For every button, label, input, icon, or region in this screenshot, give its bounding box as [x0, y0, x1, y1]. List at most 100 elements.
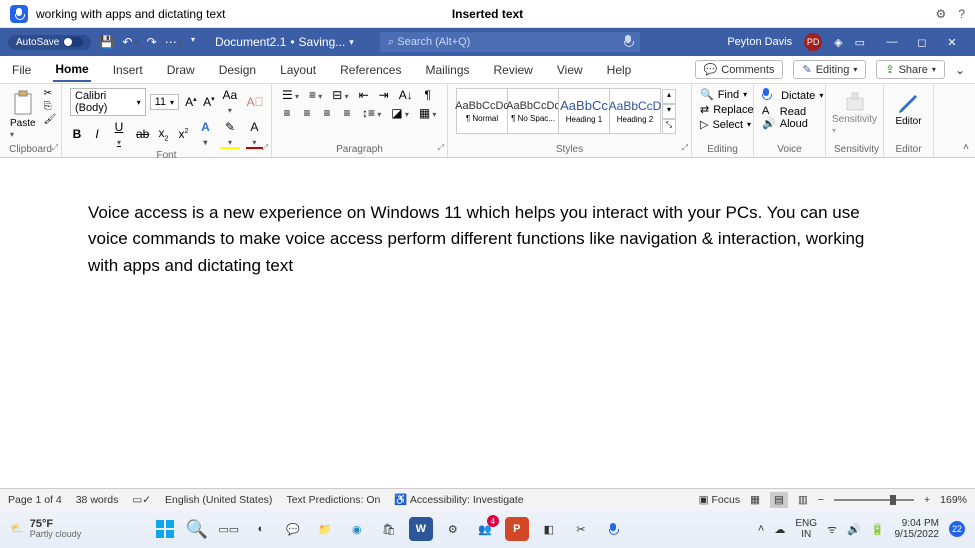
collapse-ribbon-icon[interactable]: ˄	[963, 142, 969, 153]
styles-scroll-up[interactable]: ▴	[662, 89, 676, 104]
customize-qa-icon[interactable]: ▾	[191, 35, 195, 49]
focus-mode-button[interactable]: ▣ Focus	[699, 494, 740, 506]
shading-button[interactable]: ◪	[389, 106, 411, 120]
quick-access-more[interactable]: ⋯	[165, 35, 183, 49]
tab-draw[interactable]: Draw	[165, 59, 197, 81]
close-button[interactable]: ✕	[937, 36, 967, 49]
zoom-out-button[interactable]: −	[818, 494, 824, 506]
settings-button[interactable]: ⚙	[441, 517, 465, 541]
language-indicator[interactable]: English (United States)	[165, 494, 272, 506]
document-name[interactable]: Document2.1 • Saving... ▾	[215, 35, 354, 49]
app-generic[interactable]: ◧	[537, 517, 561, 541]
borders-button[interactable]: ▦	[417, 106, 439, 120]
diamond-icon[interactable]: ◈	[834, 36, 842, 49]
select-button[interactable]: ▷Select▾	[700, 118, 745, 131]
style-nospacing[interactable]: AaBbCcDc¶ No Spac...	[507, 88, 559, 134]
widgets-button[interactable]: ◐	[249, 517, 273, 541]
styles-scroll-down[interactable]: ▾	[662, 104, 676, 119]
multilevel-button[interactable]: ⊟	[330, 88, 350, 102]
style-heading1[interactable]: AaBbCcHeading 1	[558, 88, 610, 134]
format-painter-icon[interactable]: 🖌	[44, 114, 57, 125]
font-family-select[interactable]: Calibri (Body)▾	[70, 88, 146, 116]
font-launcher-icon[interactable]: ⤢	[262, 143, 268, 153]
page-indicator[interactable]: Page 1 of 4	[8, 494, 62, 506]
clear-formatting-button[interactable]: A⃥	[245, 95, 263, 109]
align-left-button[interactable]: ≡	[280, 106, 294, 120]
powerpoint-button[interactable]: P	[505, 517, 529, 541]
explorer-button[interactable]: 📁	[313, 517, 337, 541]
word-count[interactable]: 38 words	[76, 494, 119, 506]
dictate-button[interactable]: Dictate▾	[762, 88, 817, 103]
document-canvas[interactable]: Voice access is a new experience on Wind…	[0, 158, 975, 488]
cut-icon[interactable]: ✂	[44, 88, 57, 99]
task-view-button[interactable]: ▭▭	[217, 517, 241, 541]
snipping-button[interactable]: ✂	[569, 517, 593, 541]
autosave-toggle[interactable]: AutoSave	[8, 35, 91, 50]
font-size-select[interactable]: 11▾	[150, 94, 179, 110]
styles-expand[interactable]: ⤡	[662, 119, 676, 134]
align-right-button[interactable]: ≡	[320, 106, 334, 120]
tab-layout[interactable]: Layout	[278, 59, 318, 81]
change-case-button[interactable]: Aa	[219, 88, 241, 116]
chat-button[interactable]: 💬	[281, 517, 305, 541]
style-normal[interactable]: AaBbCcDc¶ Normal	[456, 88, 508, 134]
help-icon[interactable]: ?	[958, 7, 965, 21]
spellcheck-icon[interactable]: ▭✓	[132, 494, 151, 506]
tab-design[interactable]: Design	[217, 59, 258, 81]
strikethrough-button[interactable]: ab	[134, 127, 151, 141]
find-button[interactable]: 🔍Find▾	[700, 88, 745, 101]
start-button[interactable]	[153, 517, 177, 541]
tab-review[interactable]: Review	[492, 59, 535, 81]
onedrive-icon[interactable]: ☁	[774, 523, 785, 536]
word-button[interactable]: W	[409, 517, 433, 541]
maximize-button[interactable]: ◻	[907, 36, 937, 49]
tab-mailings[interactable]: Mailings	[423, 59, 471, 81]
read-aloud-button[interactable]: A🔊Read Aloud	[762, 105, 817, 130]
text-effects-button[interactable]: A	[196, 120, 214, 148]
mic-icon[interactable]	[10, 5, 28, 23]
zoom-in-button[interactable]: +	[924, 494, 930, 506]
undo-button[interactable]: ↶	[122, 35, 138, 49]
bullets-button[interactable]: ☰	[280, 88, 301, 102]
replace-button[interactable]: ⇄Replace	[700, 103, 745, 116]
ribbon-display-icon[interactable]: ▭	[855, 36, 865, 49]
editing-mode-button[interactable]: ✎Editing▾	[793, 60, 866, 79]
read-mode-icon[interactable]: ▦	[750, 494, 760, 506]
save-icon[interactable]: 💾	[99, 35, 114, 49]
editor-button[interactable]: Editor	[892, 88, 925, 129]
redo-button[interactable]: ↷	[147, 35, 157, 49]
print-layout-icon[interactable]: ▤	[770, 492, 788, 508]
sort-button[interactable]: A↓	[397, 88, 415, 102]
subscript-button[interactable]: x2	[156, 126, 170, 142]
search-input[interactable]: ⌕ Search (Alt+Q)	[380, 32, 640, 52]
voice-access-app[interactable]	[601, 517, 625, 541]
tray-chevron-icon[interactable]: ˄	[758, 523, 764, 535]
sensitivity-button[interactable]: Sensitivity	[834, 88, 875, 138]
paragraph-launcher-icon[interactable]: ⤢	[438, 143, 444, 153]
edge-button[interactable]: ◉	[345, 517, 369, 541]
tab-help[interactable]: Help	[605, 59, 634, 81]
web-layout-icon[interactable]: ▥	[798, 494, 808, 506]
copy-icon[interactable]: ⎘	[44, 101, 57, 112]
underline-button[interactable]: U	[110, 120, 128, 148]
line-spacing-button[interactable]: ↕≡	[360, 106, 383, 120]
zoom-slider[interactable]	[834, 499, 914, 501]
comments-button[interactable]: 💬Comments	[695, 60, 784, 79]
store-button[interactable]: 🛍	[377, 517, 401, 541]
battery-icon[interactable]: 🔋	[871, 523, 885, 536]
user-avatar[interactable]: PD	[804, 33, 822, 51]
tab-insert[interactable]: Insert	[111, 59, 145, 81]
style-heading2[interactable]: AaBbCcDHeading 2	[609, 88, 661, 134]
tab-home[interactable]: Home	[53, 58, 90, 82]
weather-widget[interactable]: ⛅ 75°F Partly cloudy	[10, 518, 81, 540]
increase-indent-button[interactable]: ⇥	[377, 88, 391, 102]
justify-button[interactable]: ≡	[340, 106, 354, 120]
tab-references[interactable]: References	[338, 59, 403, 81]
text-predictions[interactable]: Text Predictions: On	[286, 494, 380, 506]
bold-button[interactable]: B	[70, 127, 84, 141]
show-hide-button[interactable]: ¶	[421, 88, 435, 102]
superscript-button[interactable]: x2	[176, 127, 190, 141]
tab-file[interactable]: File	[10, 59, 33, 81]
clipboard-launcher-icon[interactable]: ⤢	[52, 143, 58, 153]
tab-view[interactable]: View	[555, 59, 585, 81]
